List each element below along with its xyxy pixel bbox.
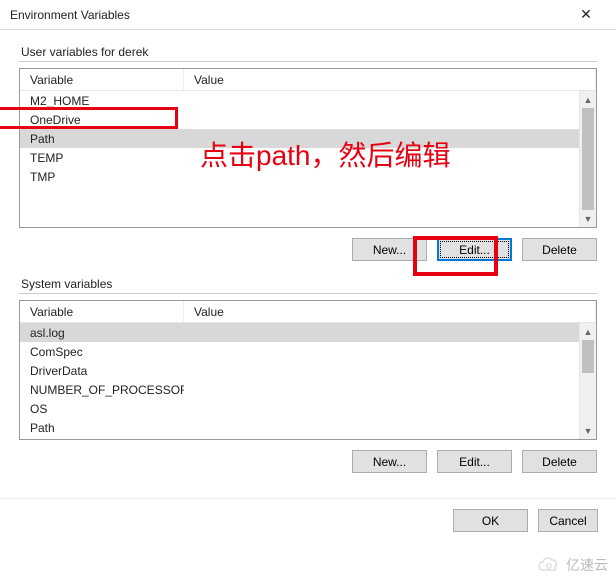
cell-value (184, 118, 596, 122)
cell-value (184, 426, 596, 430)
system-button-row: New... Edit... Delete (19, 440, 597, 477)
user-group-label: User variables for derek (19, 45, 597, 59)
cell-value (184, 350, 596, 354)
system-variables-group: System variables Variable Value asl.logC… (18, 276, 598, 478)
cell-value (184, 407, 596, 411)
table-row[interactable]: asl.log (20, 323, 596, 342)
cell-value (184, 388, 596, 392)
cell-variable: TMP (20, 168, 184, 186)
table-row[interactable]: NUMBER_OF_PROCESSORS (20, 380, 596, 399)
cell-variable: Path (20, 419, 184, 437)
user-button-row: New... Edit... Delete (19, 228, 597, 265)
cell-value (184, 137, 596, 141)
divider (19, 61, 597, 62)
cell-variable: PATHEXT (20, 438, 184, 440)
cell-value (184, 175, 596, 179)
user-delete-button[interactable]: Delete (522, 238, 597, 261)
cell-variable: DriverData (20, 362, 184, 380)
cloud-icon (536, 556, 562, 574)
close-icon[interactable]: ✕ (566, 6, 606, 23)
cell-variable: OS (20, 400, 184, 418)
watermark-text: 亿速云 (566, 555, 608, 575)
scroll-thumb[interactable] (582, 108, 594, 210)
cell-variable: M2_HOME (20, 92, 184, 110)
list-body: asl.logComSpecDriverDataNUMBER_OF_PROCES… (20, 323, 596, 439)
user-variables-list[interactable]: Variable Value M2_HOMEOneDrivePathTEMPTM… (19, 68, 597, 228)
cell-variable: asl.log (20, 324, 184, 342)
scroll-down-icon[interactable]: ▼ (580, 422, 596, 439)
cell-variable: ComSpec (20, 343, 184, 361)
table-row[interactable]: Path (20, 418, 596, 437)
cell-value (184, 369, 596, 373)
col-header-variable[interactable]: Variable (20, 69, 184, 90)
cell-variable: Path (20, 130, 184, 148)
user-variables-group: User variables for derek Variable Value … (18, 44, 598, 266)
dialog-button-row: OK Cancel (0, 498, 616, 544)
col-header-value[interactable]: Value (184, 69, 596, 90)
window-title: Environment Variables (10, 8, 130, 22)
table-row[interactable]: OS (20, 399, 596, 418)
table-row[interactable]: M2_HOME (20, 91, 596, 110)
table-row[interactable]: TEMP (20, 148, 596, 167)
scrollbar[interactable]: ▲ ▼ (579, 91, 596, 227)
system-group-label: System variables (19, 277, 597, 291)
table-row[interactable]: TMP (20, 167, 596, 186)
user-edit-button[interactable]: Edit... (437, 238, 512, 261)
scroll-track[interactable] (580, 340, 596, 422)
cell-value (184, 99, 596, 103)
table-row[interactable]: PATHEXT (20, 437, 596, 439)
system-edit-button[interactable]: Edit... (437, 450, 512, 473)
cancel-button[interactable]: Cancel (538, 509, 598, 532)
cell-variable: TEMP (20, 149, 184, 167)
scroll-up-icon[interactable]: ▲ (580, 91, 596, 108)
scroll-track[interactable] (580, 108, 596, 210)
user-new-button[interactable]: New... (352, 238, 427, 261)
table-row[interactable]: DriverData (20, 361, 596, 380)
watermark: 亿速云 (536, 555, 608, 575)
cell-variable: OneDrive (20, 111, 184, 129)
scroll-down-icon[interactable]: ▼ (580, 210, 596, 227)
titlebar: Environment Variables ✕ (0, 0, 616, 30)
list-header: Variable Value (20, 69, 596, 91)
divider (19, 293, 597, 294)
system-new-button[interactable]: New... (352, 450, 427, 473)
cell-variable: NUMBER_OF_PROCESSORS (20, 381, 184, 399)
system-delete-button[interactable]: Delete (522, 450, 597, 473)
scroll-thumb[interactable] (582, 340, 594, 373)
cell-value (184, 331, 596, 335)
col-header-value[interactable]: Value (184, 301, 596, 322)
table-row[interactable]: OneDrive (20, 110, 596, 129)
cell-value (184, 156, 596, 160)
dialog-content: User variables for derek Variable Value … (0, 30, 616, 498)
list-header: Variable Value (20, 301, 596, 323)
table-row[interactable]: Path (20, 129, 596, 148)
ok-button[interactable]: OK (453, 509, 528, 532)
scroll-up-icon[interactable]: ▲ (580, 323, 596, 340)
list-body: M2_HOMEOneDrivePathTEMPTMP (20, 91, 596, 227)
system-variables-list[interactable]: Variable Value asl.logComSpecDriverDataN… (19, 300, 597, 440)
col-header-variable[interactable]: Variable (20, 301, 184, 322)
scrollbar[interactable]: ▲ ▼ (579, 323, 596, 439)
table-row[interactable]: ComSpec (20, 342, 596, 361)
